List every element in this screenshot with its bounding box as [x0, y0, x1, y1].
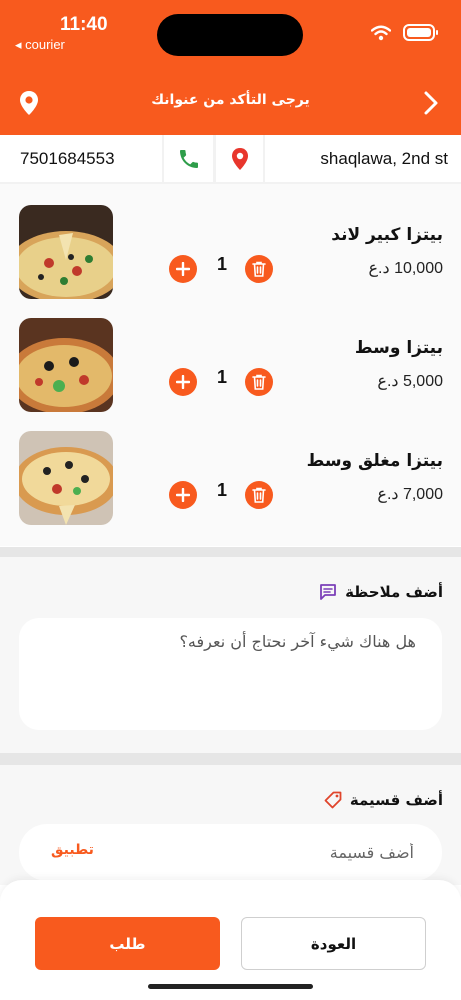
item-quantity: 1	[216, 367, 227, 387]
header-title: يرجى التأكد من عنوانك	[151, 92, 310, 108]
dynamic-island	[157, 14, 303, 56]
coupon-title-label: أضف قسيمة	[349, 791, 443, 809]
item-name: بيتزا كبير لاند	[331, 225, 443, 245]
cart-items-list: بيتزا كبير لاند 10,000 د.ع 1 بيتزا وسط 5…	[0, 184, 461, 546]
pizza-image	[19, 318, 113, 412]
apply-coupon-button[interactable]: تطبيق	[51, 842, 94, 858]
tag-icon	[324, 791, 342, 809]
phone-number[interactable]: 7501684553	[0, 135, 162, 182]
chevron-right-icon[interactable]	[423, 90, 439, 116]
delete-item-button[interactable]	[245, 255, 273, 283]
cart-item: بيتزا وسط 5,000 د.ع 1	[0, 318, 461, 413]
item-price: 10,000 د.ع	[368, 260, 444, 277]
back-button[interactable]: العودة	[241, 917, 426, 970]
note-section: أضف ملاحظة	[0, 557, 461, 753]
cart-item: بيتزا مغلق وسط 7,000 د.ع 1	[0, 431, 461, 526]
item-price: 7,000 د.ع	[377, 486, 443, 503]
trash-icon	[252, 261, 266, 277]
note-title-label: أضف ملاحظة	[345, 583, 443, 601]
battery-icon	[403, 24, 438, 41]
section-divider	[0, 547, 461, 557]
pizza-image	[19, 205, 113, 299]
coupon-box: تطبيق	[19, 824, 442, 881]
header-bar: 11:40 ◂ courier يرجى التأكد من عنوانك	[0, 0, 461, 135]
plus-icon	[176, 262, 190, 276]
item-name: بيتزا وسط	[354, 338, 443, 358]
note-textarea[interactable]	[19, 618, 442, 730]
delete-item-button[interactable]	[245, 481, 273, 509]
trash-icon	[252, 374, 266, 390]
bottom-action-bar: طلب العودة	[0, 880, 461, 1000]
increase-qty-button[interactable]	[169, 255, 197, 283]
item-price: 5,000 د.ع	[377, 373, 443, 390]
pizza-image	[19, 431, 113, 525]
item-quantity: 1	[216, 480, 227, 500]
coupon-section: أضف قسيمة تطبيق	[0, 765, 461, 885]
map-location-button[interactable]	[216, 135, 263, 182]
item-quantity: 1	[216, 254, 227, 274]
delete-item-button[interactable]	[245, 368, 273, 396]
section-divider	[0, 753, 461, 765]
increase-qty-button[interactable]	[169, 368, 197, 396]
item-name: بيتزا مغلق وسط	[306, 451, 443, 471]
chat-icon	[320, 584, 336, 600]
plus-icon	[176, 375, 190, 389]
coupon-title: أضف قسيمة	[324, 791, 443, 809]
home-indicator	[148, 984, 313, 989]
wifi-icon	[371, 25, 391, 40]
phone-icon	[179, 149, 198, 168]
map-pin-icon	[231, 147, 248, 170]
back-to-app-link[interactable]: ◂ courier	[15, 37, 65, 53]
street-address[interactable]: shaqlawa, 2nd st	[265, 135, 461, 182]
address-bar: 7501684553 shaqlawa, 2nd st	[0, 135, 461, 184]
status-time: 11:40	[60, 14, 108, 35]
trash-icon	[252, 487, 266, 503]
note-box	[19, 618, 442, 730]
order-button[interactable]: طلب	[35, 917, 220, 970]
call-button[interactable]	[164, 135, 213, 182]
status-icons	[371, 24, 438, 41]
cart-item: بيتزا كبير لاند 10,000 د.ع 1	[0, 205, 461, 300]
note-title: أضف ملاحظة	[319, 583, 443, 601]
increase-qty-button[interactable]	[169, 481, 197, 509]
coupon-input[interactable]	[132, 824, 442, 881]
plus-icon	[176, 488, 190, 502]
